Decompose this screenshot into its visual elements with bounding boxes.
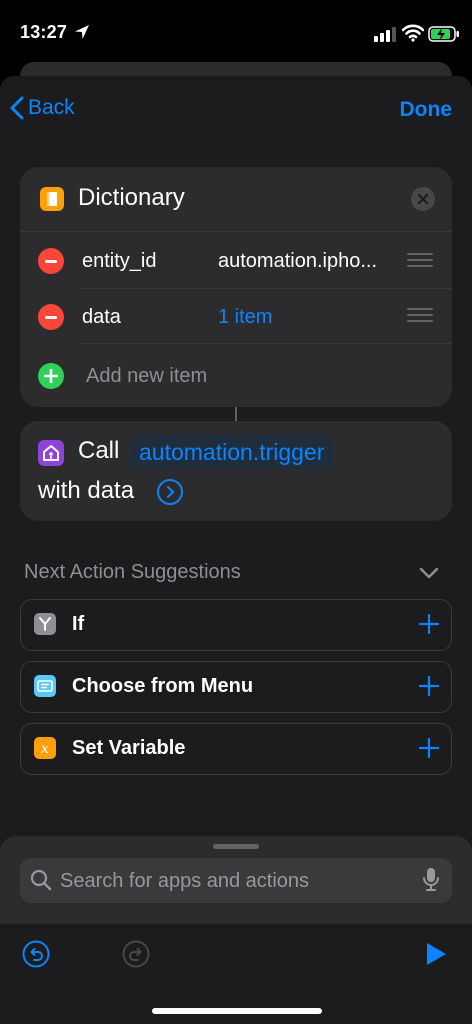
divider	[82, 288, 452, 289]
run-play-icon[interactable]	[424, 941, 448, 967]
undo-icon[interactable]	[22, 940, 50, 968]
close-icon	[418, 194, 428, 204]
add-suggestion-icon[interactable]	[419, 738, 439, 758]
dictionary-title: Dictionary	[78, 184, 185, 211]
suggestion-label: Set Variable	[72, 737, 186, 759]
redo-icon[interactable]	[122, 940, 150, 968]
suggestion-label: Choose from Menu	[72, 675, 254, 697]
add-item-button[interactable]	[38, 363, 64, 389]
location-arrow-icon	[75, 25, 89, 39]
if-icon	[34, 613, 56, 635]
search-placeholder: Search for apps and actions	[60, 870, 310, 892]
variable-icon: x	[34, 737, 56, 759]
add-item-label[interactable]: Add new item	[86, 365, 207, 388]
done-button[interactable]: Done	[400, 98, 453, 122]
divider	[20, 231, 452, 232]
add-suggestion-icon[interactable]	[419, 614, 439, 634]
expand-parameters-button[interactable]	[157, 479, 183, 505]
divider	[82, 343, 452, 344]
chevron-left-icon	[10, 96, 24, 120]
home-indicator	[152, 1008, 322, 1014]
back-button[interactable]: Back	[10, 96, 75, 120]
chevron-down-icon[interactable]	[418, 565, 440, 581]
item-value[interactable]: 1 item	[218, 306, 272, 329]
status-time: 13:27	[20, 22, 68, 42]
microphone-icon[interactable]	[422, 867, 440, 893]
svg-text:x: x	[41, 741, 49, 757]
menu-icon	[34, 675, 56, 697]
search-icon	[30, 869, 52, 891]
home-assistant-icon	[38, 440, 64, 466]
item-key[interactable]: data	[82, 306, 121, 329]
chevron-right-icon	[166, 485, 175, 499]
reorder-handle[interactable]	[407, 308, 433, 322]
back-label: Back	[28, 96, 75, 119]
battery-icon	[428, 26, 459, 42]
remove-action-button[interactable]	[411, 187, 435, 211]
cellular-signal-icon	[374, 27, 396, 42]
dictionary-icon	[40, 187, 64, 211]
suggestion-if[interactable]	[20, 599, 452, 651]
item-value[interactable]: automation.ipho...	[218, 250, 377, 273]
service-token[interactable]: automation.trigger	[130, 435, 334, 469]
with-data-label: with data	[38, 477, 135, 504]
wifi-icon	[402, 24, 424, 42]
suggestion-label: If	[72, 613, 85, 635]
call-label: Call	[78, 437, 120, 464]
add-suggestion-icon[interactable]	[419, 676, 439, 696]
suggestions-title: Next Action Suggestions	[24, 561, 241, 583]
panel-grabber[interactable]	[213, 844, 259, 849]
item-key[interactable]: entity_id	[82, 250, 157, 273]
plus-icon	[44, 369, 58, 383]
delete-item-button[interactable]	[38, 304, 64, 330]
action-connector	[235, 407, 237, 421]
delete-item-button[interactable]	[38, 248, 64, 274]
reorder-handle[interactable]	[407, 253, 433, 267]
